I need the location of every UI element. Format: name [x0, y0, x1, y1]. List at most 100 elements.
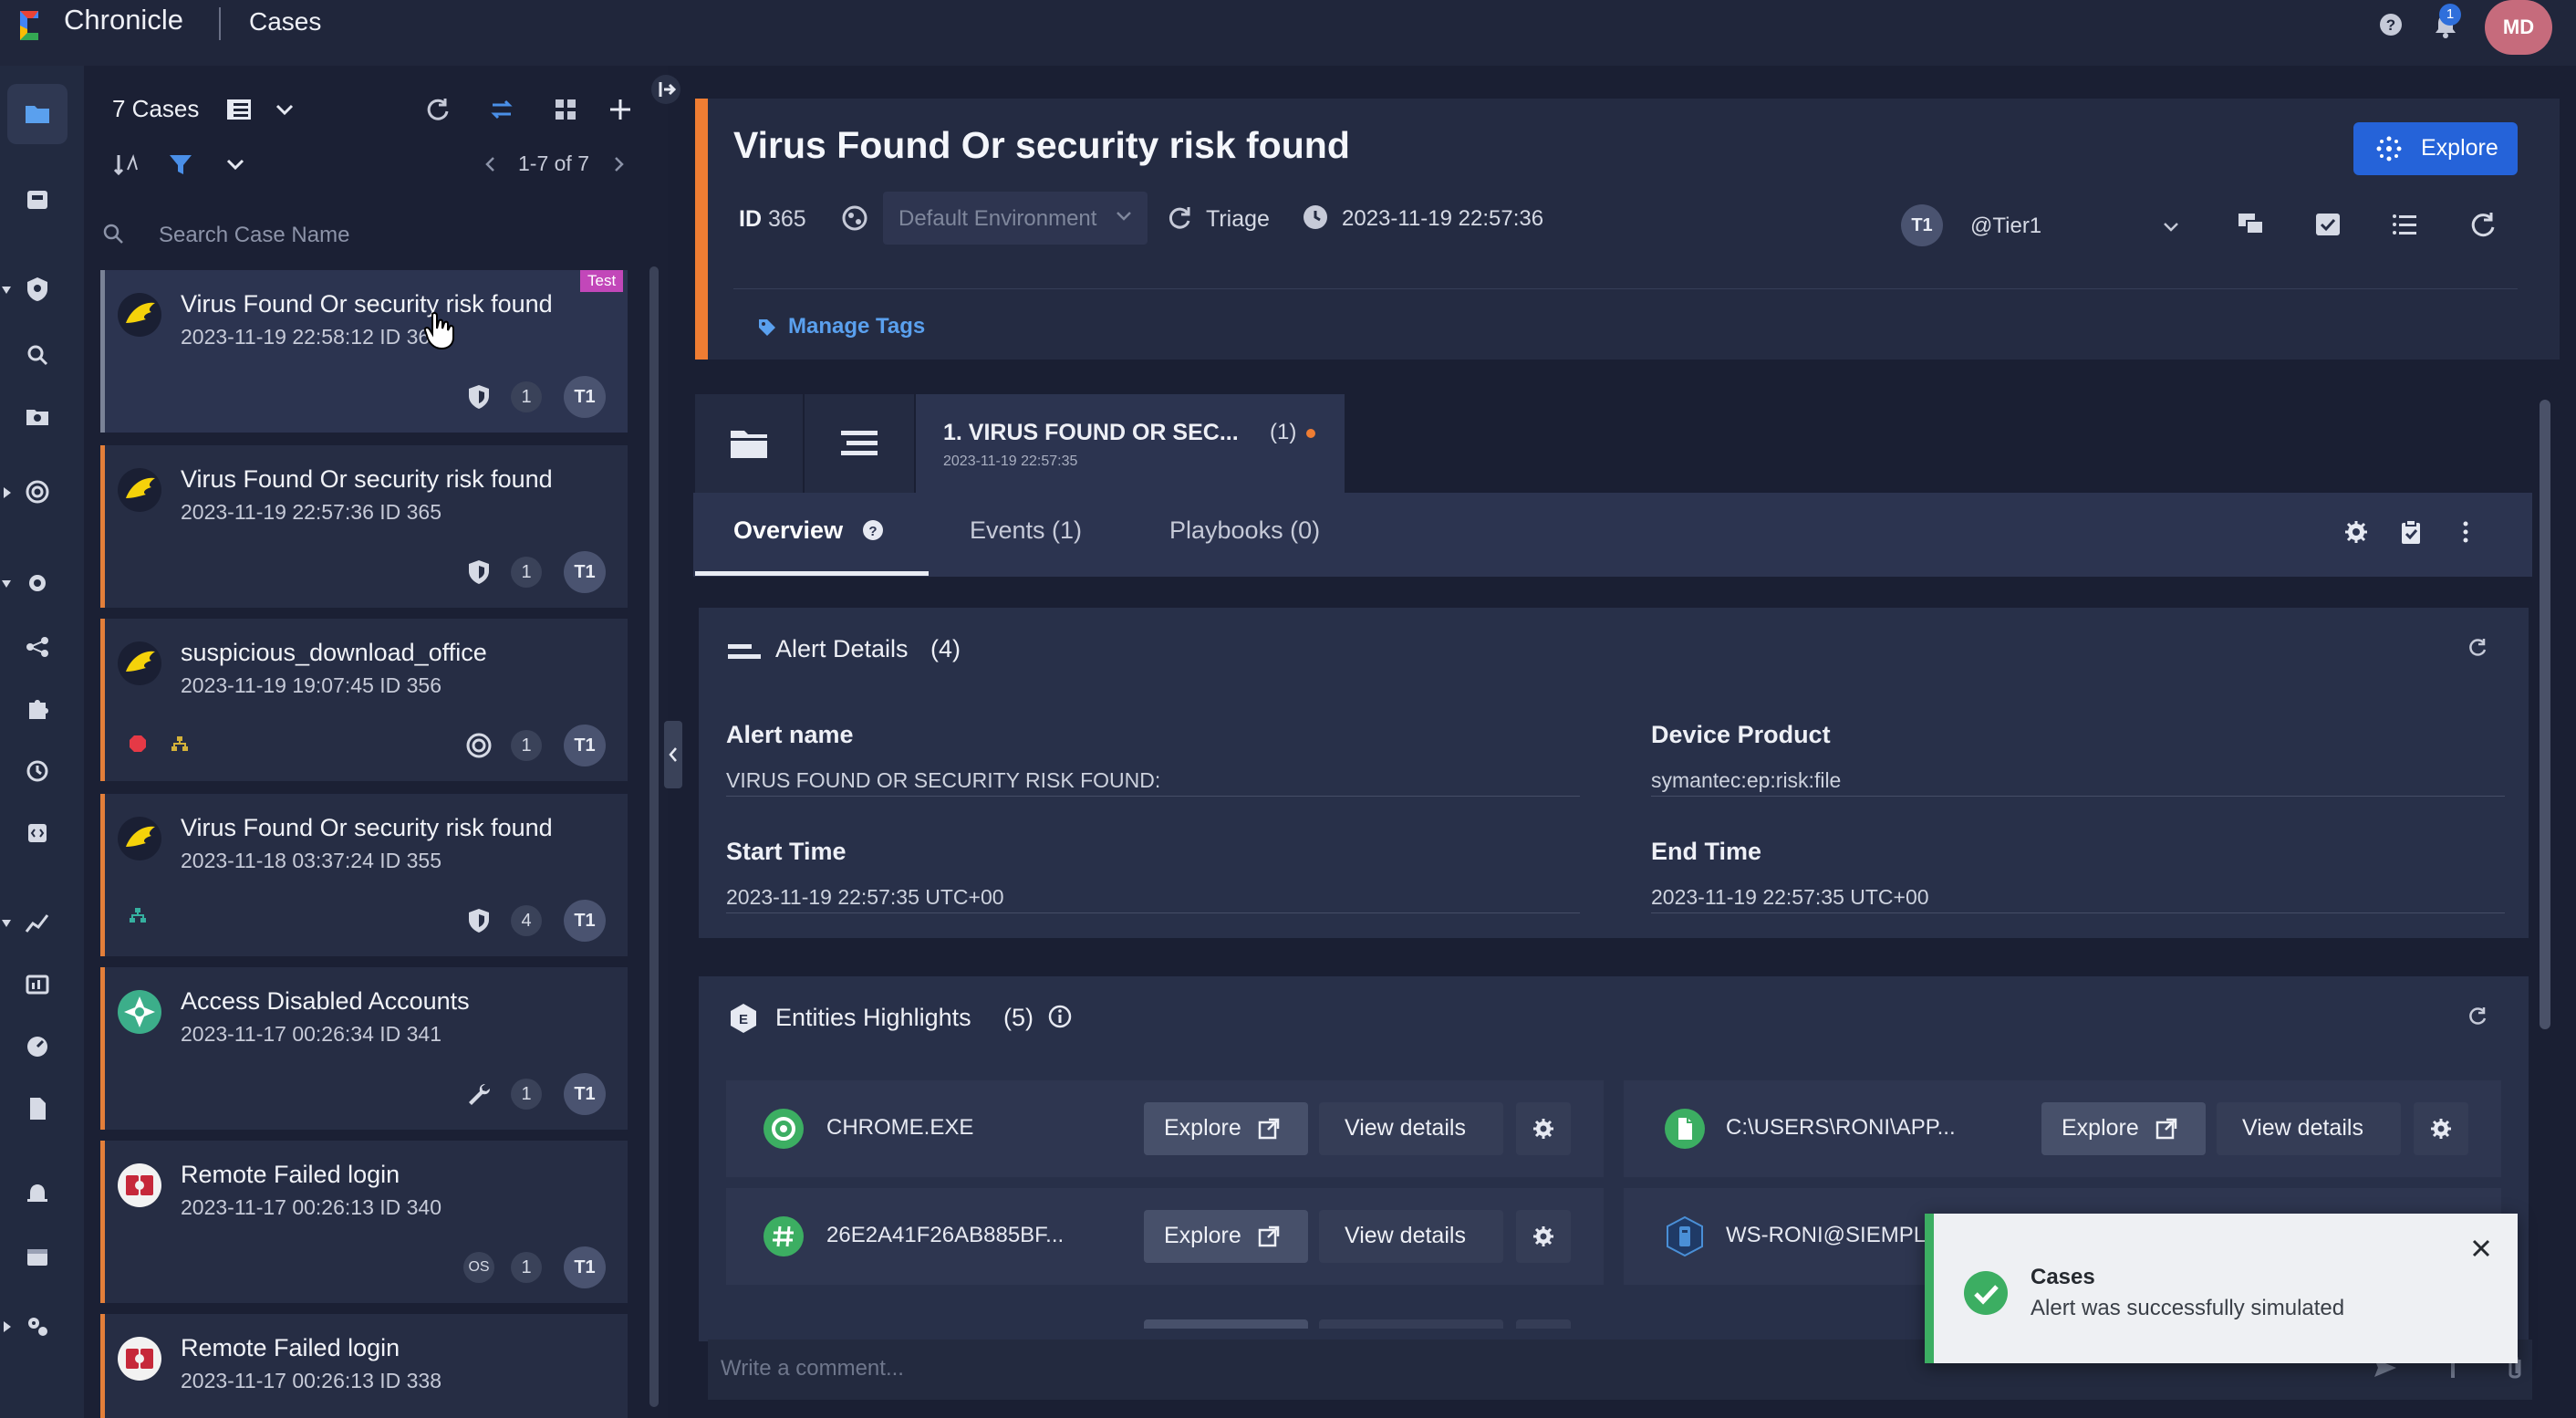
chevron-left-icon[interactable]	[476, 150, 505, 179]
sync-arrows-icon[interactable]	[487, 95, 516, 124]
puzzle-icon[interactable]	[22, 693, 53, 725]
rail-expand-caret-icon[interactable]	[2, 285, 11, 296]
grid-view-icon[interactable]	[551, 95, 580, 124]
alarm-icon[interactable]	[22, 1177, 53, 1208]
app-brand[interactable]: Chronicle	[64, 4, 183, 36]
main-scrollbar[interactable]	[2540, 400, 2550, 1029]
info-icon[interactable]	[1047, 1004, 1073, 1029]
explore-button[interactable]: Explore	[2353, 122, 2518, 175]
entity-settings-button[interactable]	[1516, 1319, 1571, 1329]
sort-icon[interactable]	[111, 150, 140, 179]
entity-name: CHROME.EXE	[826, 1115, 974, 1140]
code-icon[interactable]	[22, 818, 53, 849]
case-card[interactable]: Remote Failed login 2023-11-17 00:26:13 …	[100, 1314, 628, 1418]
entity-view-details-button[interactable]: View details	[1319, 1210, 1503, 1263]
gear-icon	[2431, 1119, 2451, 1139]
filter-icon[interactable]	[166, 150, 195, 179]
header-divider	[733, 288, 2518, 289]
view-details-label: View details	[2242, 1115, 2363, 1141]
entity-explore-button[interactable]: Explore	[1144, 1102, 1308, 1155]
entity-view-details-button[interactable]	[1319, 1319, 1503, 1329]
case-card[interactable]: Virus Found Or security risk found 2023-…	[100, 794, 628, 956]
chevron-down-icon[interactable]	[2162, 221, 2180, 234]
alert-count: 1	[511, 1079, 542, 1110]
refresh-icon[interactable]	[2467, 208, 2499, 241]
entity-settings-button[interactable]	[1516, 1102, 1571, 1155]
svg-text:E: E	[739, 1012, 748, 1027]
tasks-check-icon[interactable]	[2311, 208, 2344, 241]
wrench-icon	[469, 1084, 490, 1105]
close-icon[interactable]	[2470, 1237, 2492, 1259]
list-view-icon[interactable]	[224, 95, 254, 124]
entity-settings-button[interactable]	[1516, 1210, 1571, 1263]
tab-overview[interactable]: Overview	[733, 516, 843, 545]
expand-panel-icon[interactable]	[648, 71, 684, 108]
alert-count: 1	[511, 730, 542, 761]
case-accent-bar	[100, 619, 105, 781]
more-vertical-icon[interactable]	[2452, 518, 2479, 546]
case-wall-tab[interactable]	[695, 394, 803, 493]
chevron-down-icon[interactable]	[221, 150, 250, 179]
dashboard-gauge-icon[interactable]	[22, 1031, 53, 1062]
entity-explore-button[interactable]: Explore	[1144, 1210, 1308, 1263]
rail-expand-caret-icon[interactable]	[2, 918, 11, 929]
help-icon[interactable]: ?	[2377, 11, 2405, 38]
marketplace-icon[interactable]	[22, 1241, 53, 1272]
add-case-icon[interactable]	[606, 95, 635, 124]
entity-hex-icon: E	[731, 1004, 756, 1033]
case-stage[interactable]: Triage	[1206, 206, 1270, 233]
rail-expand-caret-icon[interactable]	[2, 487, 11, 498]
rail-expand-caret-icon[interactable]	[2, 1321, 11, 1332]
case-card[interactable]: Virus Found Or security risk found 2023-…	[100, 445, 628, 608]
radar-icon[interactable]	[22, 476, 53, 507]
analytics-icon[interactable]	[22, 907, 53, 938]
entity-row: CHROME.EXE Explore View details	[726, 1080, 1604, 1177]
shield-icon	[469, 909, 489, 933]
entity-settings-button[interactable]	[2414, 1102, 2468, 1155]
assignee-select[interactable]: @Tier1	[1970, 214, 2041, 239]
tier-avatar: T1	[564, 1246, 606, 1288]
case-list-scrollbar[interactable]	[649, 266, 659, 1407]
manage-tags-link[interactable]: Manage Tags	[788, 314, 925, 339]
collapse-panel-handle[interactable]	[664, 721, 682, 788]
alerts-list-tab[interactable]	[805, 394, 914, 493]
gear-icon[interactable]	[2342, 518, 2370, 546]
case-card[interactable]: Remote Failed login 2023-11-17 00:26:13 …	[100, 1141, 628, 1303]
cases-folder-icon[interactable]	[22, 99, 53, 130]
refresh-icon[interactable]	[2465, 635, 2490, 661]
entity-view-details-button[interactable]: View details	[2217, 1102, 2401, 1155]
workflow-icon[interactable]	[22, 631, 53, 662]
shield-search-icon[interactable]	[22, 274, 53, 305]
document-icon[interactable]	[22, 1093, 53, 1124]
search-icon[interactable]	[22, 339, 53, 370]
tag-icon	[759, 319, 775, 336]
shield-icon	[469, 560, 489, 584]
inbox-icon[interactable]	[22, 184, 53, 215]
case-card[interactable]: Access Disabled Accounts 2023-11-17 00:2…	[100, 967, 628, 1130]
tab-events[interactable]: Events (1)	[970, 516, 1082, 545]
reports-icon[interactable]	[22, 969, 53, 1000]
gear-icon[interactable]	[22, 568, 53, 599]
list-icon[interactable]	[2388, 208, 2421, 241]
chevron-right-icon[interactable]	[604, 150, 633, 179]
alert-details-count: (4)	[930, 635, 961, 662]
entity-explore-button[interactable]: Explore	[2041, 1102, 2206, 1155]
refresh-icon[interactable]	[2465, 1004, 2490, 1029]
case-meta: 2023-11-17 00:26:13 ID 340	[181, 1195, 442, 1219]
chat-icon[interactable]	[2235, 208, 2268, 241]
refresh-icon[interactable]	[423, 95, 452, 124]
folder-view-icon[interactable]	[22, 401, 53, 433]
case-meta: 2023-11-17 00:26:34 ID 341	[181, 1022, 442, 1046]
case-card[interactable]: Test Virus Found Or security risk found …	[100, 270, 628, 433]
chevron-down-icon[interactable]	[270, 95, 299, 124]
case-card[interactable]: suspicious_download_office 2023-11-19 19…	[100, 619, 628, 781]
tab-playbooks[interactable]: Playbooks (0)	[1169, 516, 1320, 545]
history-icon[interactable]	[22, 756, 53, 787]
settings-gears-icon[interactable]	[22, 1310, 53, 1341]
entity-explore-button[interactable]	[1144, 1319, 1308, 1329]
entity-view-details-button[interactable]: View details	[1319, 1102, 1503, 1155]
rail-expand-caret-icon[interactable]	[2, 579, 11, 589]
clipboard-check-icon[interactable]	[2397, 518, 2425, 546]
user-avatar[interactable]: MD	[2485, 0, 2552, 55]
help-icon[interactable]: ?	[861, 518, 885, 542]
